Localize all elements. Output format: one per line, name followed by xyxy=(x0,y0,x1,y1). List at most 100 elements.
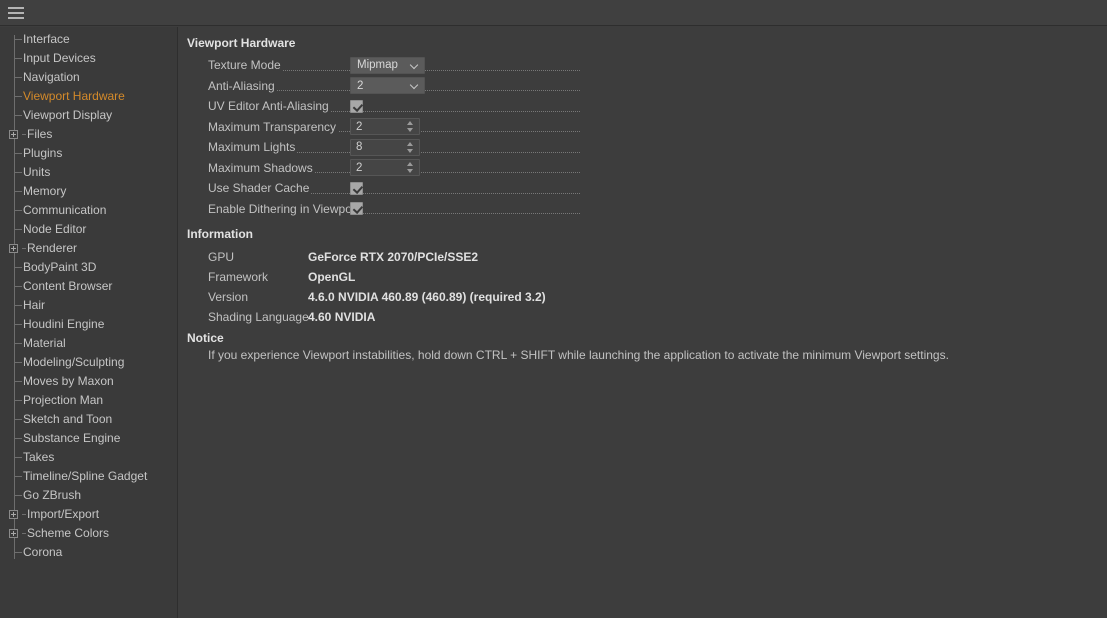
sidebar-item-label: Node Editor xyxy=(23,222,87,236)
sidebar-item-substance-engine[interactable]: Substance Engine xyxy=(0,429,177,448)
tree-branch-line xyxy=(14,305,22,306)
settings-main-pane: Viewport Hardware Texture Mode Mipmap Anti… xyxy=(180,27,1107,618)
sidebar-item-label: Houdini Engine xyxy=(23,317,105,331)
hamburger-icon[interactable] xyxy=(8,6,24,20)
expand-plus-icon[interactable] xyxy=(9,130,18,139)
sidebar-item-label: Memory xyxy=(23,184,67,198)
sidebar-item-label: Timeline/Spline Gadget xyxy=(23,469,148,483)
sidebar-item-timeline-spline-gadget[interactable]: Timeline/Spline Gadget xyxy=(0,467,177,486)
sidebar-item-modeling-sculpting[interactable]: Modeling/Sculpting xyxy=(0,353,177,372)
stepper-arrows-icon[interactable] xyxy=(406,161,415,174)
info-key: Shading Language xyxy=(208,310,309,324)
sidebar-item-renderer[interactable]: Renderer xyxy=(0,239,177,258)
form-row: Maximum Lights 8 xyxy=(180,137,580,158)
tree-branch-line xyxy=(14,77,22,78)
tree-branch-line xyxy=(14,39,22,40)
sidebar-item-content-browser[interactable]: Content Browser xyxy=(0,277,177,296)
chevron-down-icon xyxy=(410,61,419,70)
sidebar-item-corona[interactable]: Corona xyxy=(0,543,177,562)
maximum-shadows-number-input[interactable]: 2 xyxy=(350,159,420,177)
form-row: Use Shader Cache xyxy=(180,178,580,199)
sidebar-item-navigation[interactable]: Navigation xyxy=(0,68,177,87)
sidebar-item-scheme-colors[interactable]: Scheme Colors xyxy=(0,524,177,543)
expand-plus-icon[interactable] xyxy=(9,244,18,253)
number-value: 2 xyxy=(356,161,363,174)
notice-text: If you experience Viewport instabilities… xyxy=(208,348,949,362)
field-label: Enable Dithering in Viewport xyxy=(208,201,362,216)
tree-branch-line xyxy=(14,419,22,420)
section-title-notice: Notice xyxy=(187,331,224,345)
stepper-arrows-icon[interactable] xyxy=(406,141,415,154)
form-row: Texture Mode Mipmap xyxy=(180,55,580,76)
texture-mode-dropdown[interactable]: Mipmap xyxy=(350,56,425,74)
field-label: Anti-Aliasing xyxy=(208,78,277,93)
tree-branch-line xyxy=(14,495,22,496)
field-control xyxy=(350,99,363,113)
sidebar-item-label: Hair xyxy=(23,298,46,312)
field-control: 2 xyxy=(350,118,420,136)
anti-aliasing-dropdown[interactable]: 2 xyxy=(350,77,425,95)
hamburger-bar xyxy=(8,12,24,14)
field-control: 8 xyxy=(350,138,420,156)
use-shader-cache-checkbox[interactable] xyxy=(350,181,363,195)
info-row: Shading Language 4.60 NVIDIA xyxy=(180,307,880,327)
sidebar-item-label: Communication xyxy=(23,203,107,217)
expand-plus-icon[interactable] xyxy=(9,510,18,519)
sidebar-item-houdini-engine[interactable]: Houdini Engine xyxy=(0,315,177,334)
sidebar-item-label: Files xyxy=(27,127,53,141)
sidebar-item-sketch-and-toon[interactable]: Sketch and Toon xyxy=(0,410,177,429)
sidebar-item-memory[interactable]: Memory xyxy=(0,182,177,201)
tree-branch-line xyxy=(14,229,22,230)
sidebar-item-label: Renderer xyxy=(27,241,78,255)
sidebar-item-input-devices[interactable]: Input Devices xyxy=(0,49,177,68)
sidebar-item-label: Interface xyxy=(23,32,70,46)
hamburger-bar xyxy=(8,7,24,9)
tree-branch-line xyxy=(14,381,22,382)
stepper-arrows-icon[interactable] xyxy=(406,120,415,133)
sidebar-item-go-zbrush[interactable]: Go ZBrush xyxy=(0,486,177,505)
sidebar-item-viewport-display[interactable]: Viewport Display xyxy=(0,106,177,125)
sidebar-item-units[interactable]: Units xyxy=(0,163,177,182)
tree-branch-line xyxy=(14,172,22,173)
enable-dithering-in-viewport-checkbox[interactable] xyxy=(350,202,363,216)
field-label: UV Editor Anti-Aliasing xyxy=(208,99,331,114)
sidebar-item-hair[interactable]: Hair xyxy=(0,296,177,315)
sidebar-item-communication[interactable]: Communication xyxy=(0,201,177,220)
field-control xyxy=(350,181,363,195)
field-label: Maximum Transparency xyxy=(208,119,339,134)
settings-tree: Interface Input Devices Navigation Viewport… xyxy=(0,27,177,562)
info-key: Version xyxy=(208,290,249,304)
sidebar-item-plugins[interactable]: Plugins xyxy=(0,144,177,163)
info-value: OpenGL xyxy=(308,270,356,284)
sidebar-item-label: Takes xyxy=(23,450,55,464)
tree-branch-line xyxy=(22,248,26,249)
tree-branch-line xyxy=(14,552,22,553)
tree-branch-line xyxy=(14,476,22,477)
maximum-transparency-number-input[interactable]: 2 xyxy=(350,118,420,136)
dropdown-value: 2 xyxy=(357,79,364,92)
sidebar-item-material[interactable]: Material xyxy=(0,334,177,353)
tree-branch-line xyxy=(14,343,22,344)
tree-branch-line xyxy=(14,457,22,458)
settings-sidebar[interactable]: Interface Input Devices Navigation Viewport… xyxy=(0,27,178,618)
sidebar-item-import-export[interactable]: Import/Export xyxy=(0,505,177,524)
tree-branch-line xyxy=(14,267,22,268)
sidebar-item-projection-man[interactable]: Projection Man xyxy=(0,391,177,410)
sidebar-item-interface[interactable]: Interface xyxy=(0,30,177,49)
sidebar-item-takes[interactable]: Takes xyxy=(0,448,177,467)
section-title-information: Information xyxy=(187,227,253,241)
uv-editor-anti-aliasing-checkbox[interactable] xyxy=(350,99,363,113)
sidebar-item-node-editor[interactable]: Node Editor xyxy=(0,220,177,239)
field-control: 2 xyxy=(350,77,425,95)
sidebar-item-files[interactable]: Files xyxy=(0,125,177,144)
sidebar-item-bodypaint-3d[interactable]: BodyPaint 3D xyxy=(0,258,177,277)
form-row: Maximum Shadows 2 xyxy=(180,158,580,179)
expand-plus-icon[interactable] xyxy=(9,529,18,538)
sidebar-item-moves-by-maxon[interactable]: Moves by Maxon xyxy=(0,372,177,391)
maximum-lights-number-input[interactable]: 8 xyxy=(350,138,420,156)
info-value: 4.6.0 NVIDIA 460.89 (460.89) (required 3… xyxy=(308,290,546,304)
tree-branch-line xyxy=(14,96,22,97)
viewport-hardware-form: Texture Mode Mipmap Anti-Aliasing 2 UV Edito… xyxy=(180,55,580,219)
sidebar-item-label: Modeling/Sculpting xyxy=(23,355,125,369)
sidebar-item-viewport-hardware[interactable]: Viewport Hardware xyxy=(0,87,177,106)
